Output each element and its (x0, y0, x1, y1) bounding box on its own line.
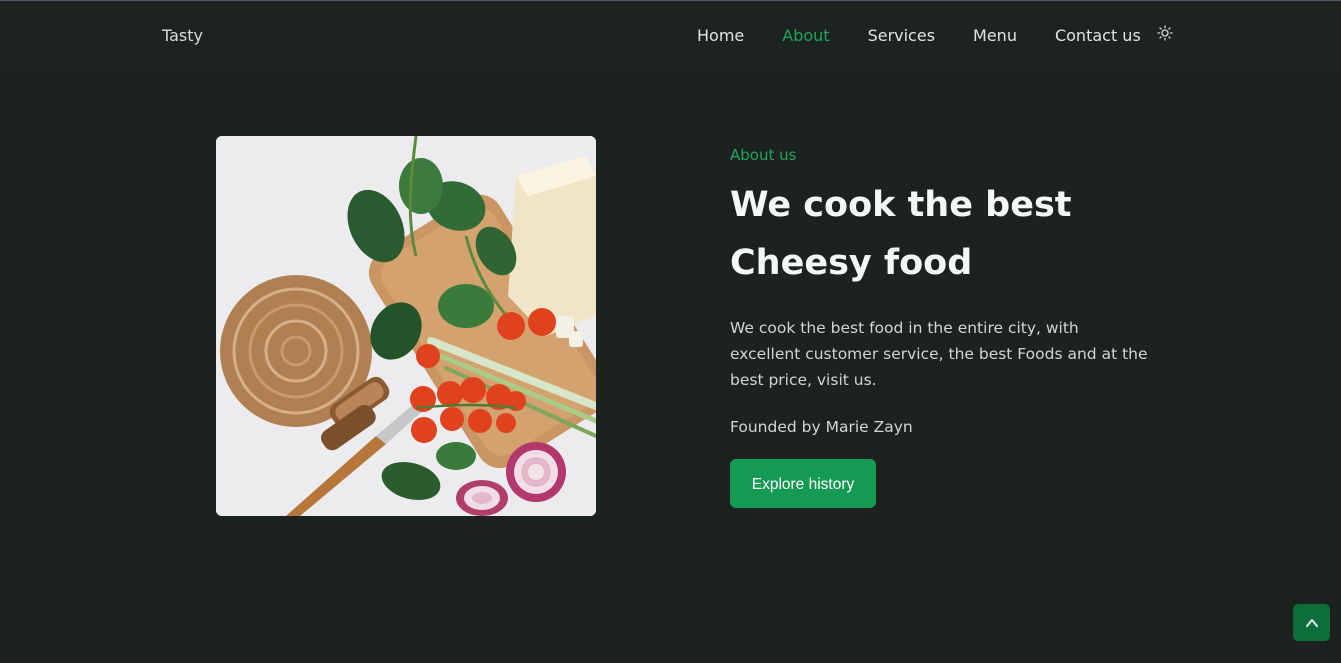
nav-link-contact[interactable]: Contact us (1055, 26, 1141, 45)
section-title-line-2: Cheesy food (730, 243, 973, 283)
sun-icon[interactable] (1157, 24, 1173, 41)
section-title: We cook the best Cheesy food (730, 176, 1090, 292)
explore-history-button[interactable]: Explore history (730, 459, 876, 508)
about-food-image (216, 136, 596, 516)
nav-link-about[interactable]: About (782, 26, 829, 45)
main-nav: Home About Services Menu Contact us (697, 24, 1173, 45)
section-description: We cook the best food in the entire city… (730, 319, 1148, 389)
chevron-up-icon (1305, 618, 1318, 627)
founder-text: Founded by Marie Zayn (730, 418, 913, 436)
nav-link-menu[interactable]: Menu (973, 26, 1017, 45)
scroll-to-top-button[interactable] (1293, 604, 1330, 641)
section-title-line-1: We cook the best (730, 185, 1072, 225)
nav-link-home[interactable]: Home (697, 26, 744, 45)
nav-link-services[interactable]: Services (868, 26, 935, 45)
section-subtitle: About us (730, 146, 797, 164)
site-header: Tasty Home About Services Menu Contact u… (0, 1, 1341, 72)
logo[interactable]: Tasty (162, 26, 203, 45)
